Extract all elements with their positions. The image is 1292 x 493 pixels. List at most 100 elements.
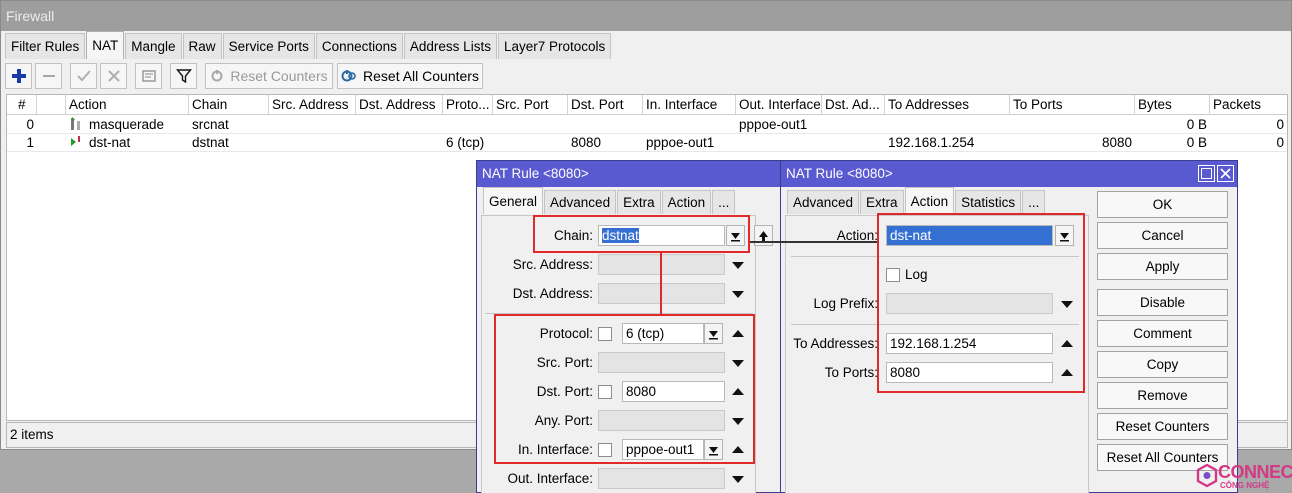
col-num[interactable]: # [7, 95, 37, 115]
dialog-title[interactable]: NAT Rule <8080> [781, 161, 1237, 187]
reset-counters-button[interactable]: Reset Counters [205, 63, 333, 89]
col-dst-address[interactable]: Dst. Address [356, 95, 443, 115]
tab-mangle[interactable]: Mangle [125, 33, 182, 59]
close-icon[interactable] [1217, 165, 1234, 182]
remove-button[interactable] [35, 63, 62, 89]
tab-more[interactable]: ... [1022, 190, 1046, 214]
highlight-chain-box [533, 215, 750, 253]
arrow-up-icon [759, 230, 768, 241]
col-in-interface[interactable]: In. Interface [643, 95, 736, 115]
reset-all-counters-button[interactable]: Reset All Counters [337, 63, 483, 89]
connector-line [750, 241, 877, 243]
tab-action[interactable]: Action [904, 187, 955, 214]
tab-extra[interactable]: Extra [617, 190, 661, 214]
tab-advanced[interactable]: Advanced [787, 190, 860, 214]
col-action[interactable]: Action [66, 95, 189, 115]
add-button[interactable] [5, 63, 32, 89]
cancel-button[interactable]: Cancel [1097, 222, 1228, 249]
tab-filter-rules[interactable]: Filter Rules [5, 33, 86, 59]
table-row[interactable]: 0 masquerade srcnat pppoe-out1 0 B 0 [7, 116, 1287, 134]
firewall-tabs: Filter Rules NAT Mangle Raw Service Port… [5, 31, 612, 59]
connector-line [660, 253, 662, 314]
disable-button[interactable] [100, 63, 127, 89]
row-action: dst-nat [89, 135, 131, 150]
col-protocol[interactable]: Proto... [443, 95, 493, 115]
to-addresses-label: To Addresses: [793, 336, 878, 351]
plus-icon [11, 69, 26, 83]
col-out-interface[interactable]: Out. Interface [736, 95, 822, 115]
logo-text: CONNECT [1218, 462, 1292, 482]
row-num: 0 [26, 117, 34, 132]
tab-connections[interactable]: Connections [315, 33, 403, 59]
remove-button[interactable]: Remove [1097, 382, 1228, 409]
col-to-ports[interactable]: To Ports [1010, 95, 1135, 115]
highlight-match-box [494, 314, 755, 464]
col-src-address[interactable]: Src. Address [269, 95, 356, 115]
filter-button[interactable] [170, 63, 197, 89]
tab-address-lists[interactable]: Address Lists [403, 33, 497, 59]
row-to-addresses: 192.168.1.254 [888, 135, 975, 150]
tab-advanced[interactable]: Advanced [544, 190, 617, 214]
tab-more[interactable]: ... [712, 190, 736, 214]
reset-icon [211, 70, 223, 82]
row-packets: 0 [1276, 135, 1284, 150]
highlight-action-box [877, 213, 1085, 393]
reset-counters-label: Reset Counters [230, 68, 328, 84]
out-interface-label: Out. Interface: [507, 471, 593, 486]
dst-address-label: Dst. Address: [512, 286, 593, 301]
minus-icon [42, 75, 55, 77]
col-packets[interactable]: Packets [1210, 95, 1287, 115]
row-action: masquerade [89, 117, 165, 132]
row-packets: 0 [1276, 117, 1284, 132]
col-chain[interactable]: Chain [189, 95, 269, 115]
maximize-icon[interactable] [1198, 165, 1215, 182]
reset-counters-button[interactable]: Reset Counters [1097, 413, 1228, 440]
col-dst-port[interactable]: Dst. Port [568, 95, 643, 115]
dialog-tabs: Advanced Extra Action Statistics ... [787, 187, 1046, 214]
row-bytes: 0 B [1186, 117, 1207, 132]
x-icon [107, 70, 120, 82]
row-chain: srcnat [192, 117, 229, 132]
tab-extra[interactable]: Extra [860, 190, 904, 214]
apply-button[interactable]: Apply [1097, 253, 1228, 280]
connect-logo: CONNECT CÔNG NGHỆ [1196, 462, 1292, 492]
tab-general[interactable]: General [483, 187, 544, 214]
dialog-title[interactable]: NAT Rule <8080> [477, 161, 780, 187]
copy-button[interactable]: Copy [1097, 351, 1228, 378]
row-chain: dstnat [192, 135, 229, 150]
row-in-interface: pppoe-out1 [646, 135, 715, 150]
expand-src-address-icon[interactable] [732, 262, 744, 269]
expand-dst-address-icon[interactable] [732, 291, 744, 298]
tab-service-ports[interactable]: Service Ports [222, 33, 315, 59]
to-ports-label: To Ports: [824, 365, 878, 380]
out-interface-field[interactable] [598, 468, 725, 489]
expand-out-interface-icon[interactable] [732, 476, 744, 483]
disable-button[interactable]: Disable [1097, 289, 1228, 316]
col-to-addresses[interactable]: To Addresses [885, 95, 1010, 115]
tab-nat[interactable]: NAT [86, 31, 125, 59]
col-src-port[interactable]: Src. Port [493, 95, 568, 115]
ok-button[interactable]: OK [1097, 191, 1228, 218]
comment-button[interactable]: Comment [1097, 320, 1228, 347]
row-to-ports: 8080 [1101, 135, 1132, 150]
enable-button[interactable] [70, 63, 97, 89]
logo-mark-icon [1196, 464, 1218, 488]
window-title: Firewall [1, 1, 1291, 31]
dialog-tabs: General Advanced Extra Action ... [483, 187, 736, 214]
tab-layer7-protocols[interactable]: Layer7 Protocols [497, 33, 612, 59]
tab-raw[interactable]: Raw [182, 33, 222, 59]
note-icon [141, 70, 156, 82]
row-num: 1 [26, 135, 34, 150]
col-flags[interactable] [37, 95, 66, 115]
col-dst-address-list[interactable]: Dst. Ad... [822, 95, 885, 115]
reset-all-icon [341, 70, 356, 82]
comment-button[interactable] [135, 63, 162, 89]
table-row[interactable]: 1 dst-nat dstnat 6 (tcp) 8080 pppoe-out1… [7, 134, 1287, 152]
tab-action[interactable]: Action [661, 190, 712, 214]
col-bytes[interactable]: Bytes [1135, 95, 1210, 115]
tab-statistics[interactable]: Statistics [955, 190, 1022, 214]
row-protocol: 6 (tcp) [446, 135, 485, 150]
src-address-label: Src. Address: [512, 257, 593, 272]
filter-icon [175, 69, 192, 84]
log-prefix-label: Log Prefix: [813, 296, 878, 311]
